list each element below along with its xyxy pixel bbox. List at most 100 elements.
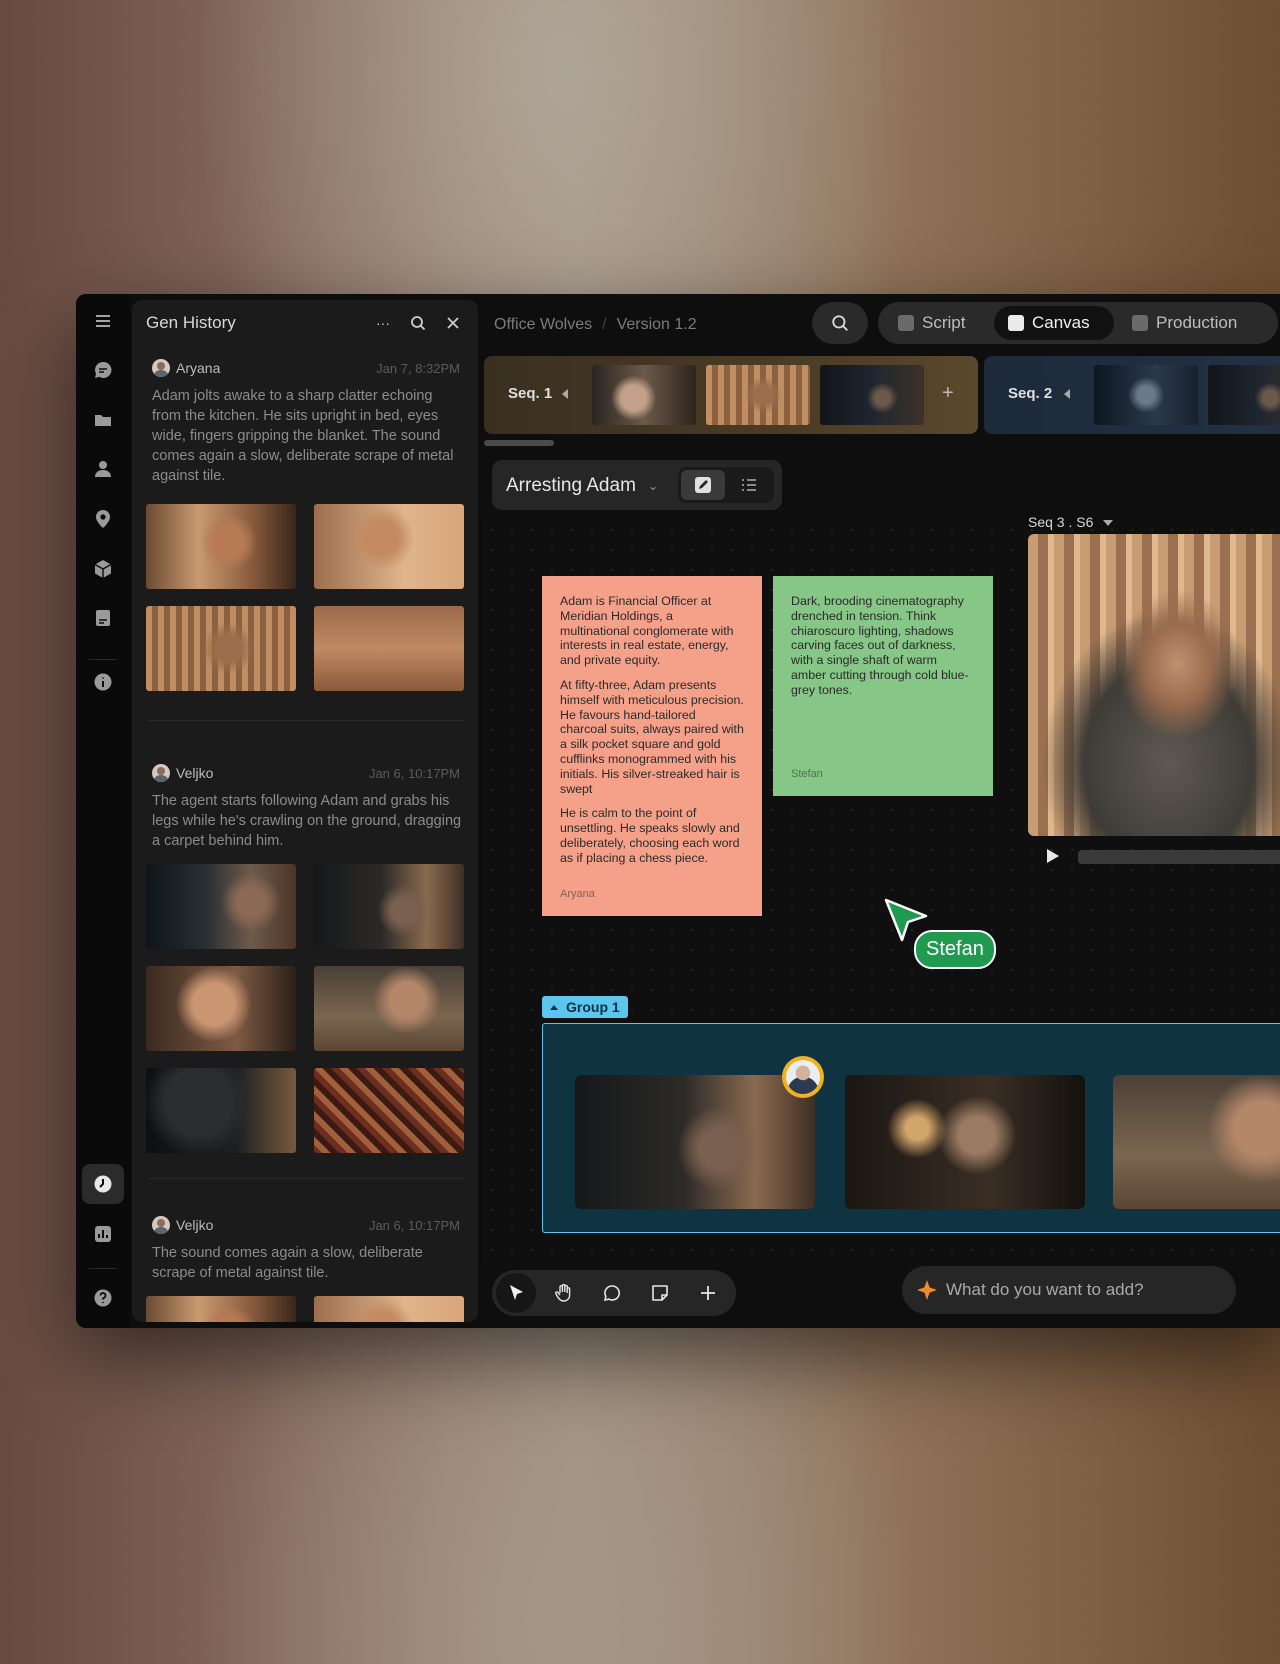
- shot-thumbnail[interactable]: [820, 365, 924, 425]
- gen-thumbnail[interactable]: [146, 966, 296, 1051]
- rail-divider: [89, 659, 117, 660]
- entry-user: Veljko: [176, 765, 214, 781]
- tab-canvas[interactable]: Canvas: [994, 306, 1114, 340]
- video-label[interactable]: Seq 3 . S6: [1028, 514, 1114, 530]
- gen-thumbnail[interactable]: [314, 864, 464, 949]
- comment-icon: [603, 1285, 621, 1302]
- collapse-arrow-icon[interactable]: [1064, 389, 1070, 399]
- sticky-note[interactable]: Dark, brooding cinematography drenched i…: [773, 576, 993, 796]
- breadcrumb-separator: /: [602, 316, 607, 333]
- gen-thumbnail[interactable]: [146, 1068, 296, 1153]
- shot-thumbnail[interactable]: [706, 365, 810, 425]
- entry-divider: [148, 1178, 464, 1179]
- main-area: Office Wolves / Version 1.2 Script Canvas …: [482, 294, 1280, 1328]
- shot-thumbnail[interactable]: [1208, 365, 1280, 425]
- tab-production[interactable]: Production: [1118, 306, 1268, 340]
- group-shot[interactable]: [845, 1075, 1085, 1209]
- gen-thumbnail[interactable]: [146, 504, 296, 589]
- global-search-button[interactable]: [812, 302, 868, 344]
- sticky-note[interactable]: Adam is Financial Officer at Meridian Ho…: [542, 576, 762, 916]
- note-paragraph: He is calm to the point of unsettling. H…: [560, 806, 740, 865]
- menu-icon[interactable]: [89, 307, 117, 335]
- sequence-2[interactable]: Seq. 2: [984, 356, 1280, 434]
- chevron-down-icon: [1103, 520, 1114, 527]
- scene-selector[interactable]: Arresting Adam ⌄: [492, 460, 782, 510]
- clapper-icon: [1132, 315, 1148, 331]
- collaborator-avatar[interactable]: [782, 1056, 824, 1098]
- chart-icon[interactable]: [89, 1220, 117, 1248]
- play-icon[interactable]: [1044, 848, 1060, 864]
- breadcrumb-version[interactable]: Version 1.2: [617, 316, 697, 333]
- canvas-view-button[interactable]: [681, 470, 725, 500]
- sequence-scrollbar[interactable]: [484, 440, 554, 446]
- person-icon[interactable]: [89, 455, 117, 483]
- gen-thumbnail[interactable]: [314, 1068, 464, 1153]
- gen-thumbnail[interactable]: [314, 1296, 464, 1322]
- entry-date: Jan 7, 8:32PM: [376, 361, 460, 376]
- chat-icon[interactable]: [89, 356, 117, 384]
- gen-thumbnail[interactable]: [314, 504, 464, 589]
- entry-thumbnails: [146, 1296, 464, 1322]
- history-entry[interactable]: Veljko Jan 6, 10:17PM The agent starts f…: [146, 763, 464, 851]
- entry-thumbnails: [146, 864, 464, 1153]
- hand-icon: [555, 1283, 571, 1302]
- prompt-placeholder: What do you want to add?: [946, 1280, 1144, 1299]
- entry-divider: [148, 720, 464, 721]
- entry-text: The sound comes again a slow, deliberate…: [152, 1245, 423, 1281]
- add-tool[interactable]: [688, 1273, 728, 1313]
- gen-thumbnail[interactable]: [314, 606, 464, 691]
- search-icon: [832, 315, 848, 331]
- folder-icon[interactable]: [89, 406, 117, 434]
- breadcrumb-project[interactable]: Office Wolves: [494, 316, 592, 333]
- note-paragraph: Dark, brooding cinematography drenched i…: [791, 594, 969, 697]
- sticky-note-tool[interactable]: [640, 1273, 680, 1313]
- collapse-arrow-icon[interactable]: [562, 389, 568, 399]
- sequence-1[interactable]: Seq. 1 +: [484, 356, 978, 434]
- location-icon[interactable]: [89, 505, 117, 533]
- breadcrumb: Office Wolves / Version 1.2: [494, 316, 697, 334]
- collaborator-name-tag: Stefan: [914, 930, 996, 969]
- info-icon[interactable]: [89, 668, 117, 696]
- more-button[interactable]: ···: [372, 312, 394, 334]
- entry-date: Jan 6, 10:17PM: [368, 766, 460, 781]
- pan-tool[interactable]: [544, 1273, 584, 1313]
- history-entry[interactable]: Aryana Jan 7, 8:32PM Adam jolts awake to…: [146, 358, 464, 486]
- video-player[interactable]: [1028, 534, 1280, 836]
- history-entry[interactable]: Veljko Jan 6, 10:17PM The sound comes ag…: [146, 1215, 464, 1283]
- help-icon[interactable]: [89, 1284, 117, 1312]
- list-view-button[interactable]: [727, 470, 771, 500]
- canvas[interactable]: Adam is Financial Officer at Meridian Ho…: [482, 514, 1280, 1268]
- document-icon[interactable]: [89, 604, 117, 632]
- comment-tool[interactable]: [592, 1273, 632, 1313]
- select-tool[interactable]: [496, 1273, 536, 1313]
- tab-script[interactable]: Script: [884, 306, 996, 340]
- close-button[interactable]: [442, 312, 464, 334]
- shot-thumbnail[interactable]: [1094, 365, 1198, 425]
- search-button[interactable]: [407, 312, 429, 334]
- shot-thumbnail[interactable]: [592, 365, 696, 425]
- group-shot[interactable]: [1113, 1075, 1280, 1209]
- group-shot[interactable]: [575, 1075, 815, 1209]
- shot-group[interactable]: [542, 1023, 1280, 1233]
- chevron-down-icon: ⌄: [648, 479, 659, 493]
- search-icon: [411, 316, 426, 331]
- gen-thumbnail[interactable]: [314, 966, 464, 1051]
- gen-thumbnail[interactable]: [146, 864, 296, 949]
- history-icon[interactable]: [82, 1164, 124, 1204]
- sequence-label: Seq. 2: [1008, 385, 1053, 402]
- gen-thumbnail[interactable]: [146, 1296, 296, 1322]
- note-paragraph: Adam is Financial Officer at Meridian Ho…: [560, 594, 734, 668]
- edit-icon: [695, 477, 711, 493]
- tab-label: Production: [1156, 313, 1238, 332]
- cube-icon[interactable]: [89, 555, 117, 583]
- add-shot-button[interactable]: +: [942, 382, 954, 405]
- entry-date: Jan 6, 10:17PM: [368, 1218, 460, 1233]
- rail-divider: [89, 1268, 117, 1269]
- icon-rail: [76, 294, 130, 1328]
- group-label[interactable]: Group 1: [542, 996, 628, 1018]
- mode-switcher: Script Canvas Production: [878, 302, 1278, 344]
- video-progress-bar[interactable]: [1078, 850, 1280, 864]
- ai-prompt-input[interactable]: What do you want to add?: [902, 1266, 1236, 1314]
- gen-thumbnail[interactable]: [146, 606, 296, 691]
- plus-icon: [701, 1286, 715, 1300]
